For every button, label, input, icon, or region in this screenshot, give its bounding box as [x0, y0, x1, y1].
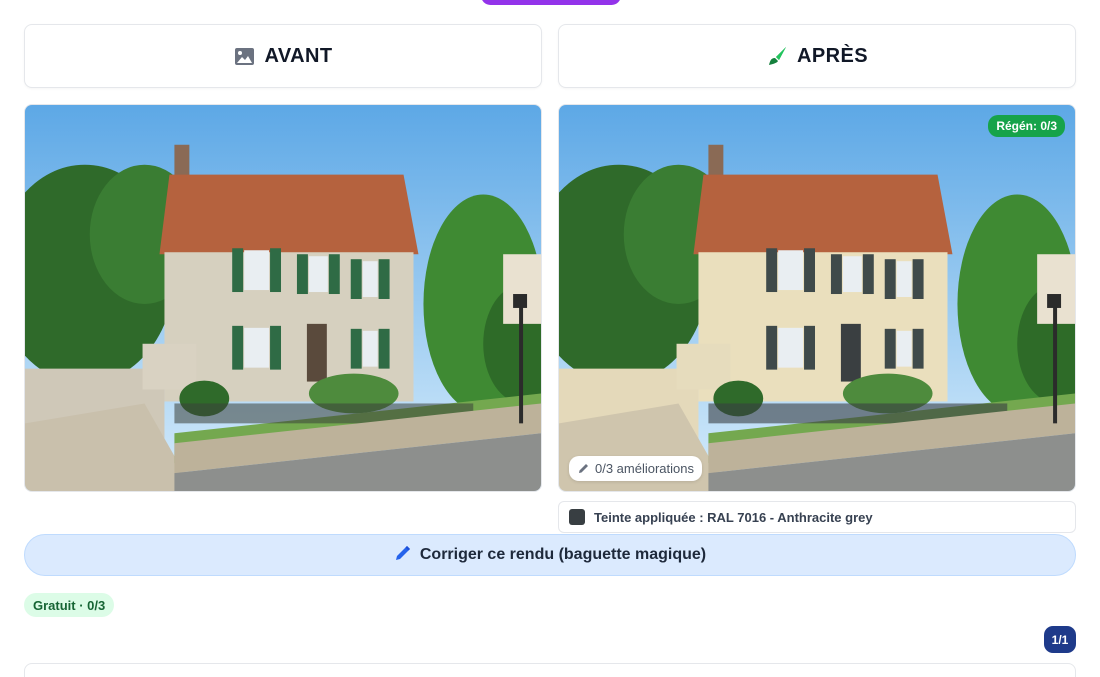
- after-header: APRÈS: [558, 24, 1076, 88]
- fix-render-button[interactable]: Corriger ce rendu (baguette magique): [24, 534, 1076, 576]
- house-photo-before: [25, 105, 541, 491]
- app-root: AVANT APRÈS Régén: 0/3 0/3 améliorations…: [0, 0, 1100, 677]
- after-image: Régén: 0/3 0/3 améliorations: [558, 104, 1076, 492]
- before-header: AVANT: [24, 24, 542, 88]
- improvements-label: 0/3 améliorations: [595, 461, 694, 476]
- fix-button-label: Corriger ce rendu (baguette magique): [419, 546, 707, 563]
- tint-info: Teinte appliquée : RAL 7016 - Anthracite…: [558, 501, 1076, 533]
- pencil-icon: [577, 462, 590, 475]
- image-icon: [234, 45, 256, 67]
- improvements-chip[interactable]: 0/3 améliorations: [569, 456, 702, 481]
- free-quota-badge: Gratuit · 0/3: [24, 593, 115, 617]
- magic-wand-icon: [394, 544, 412, 567]
- brush-icon: [766, 45, 788, 67]
- tint-swatch: [569, 509, 585, 525]
- page-counter[interactable]: 1/1: [1044, 626, 1076, 653]
- before-image: [24, 104, 542, 492]
- top-tab-indicator[interactable]: [481, 0, 621, 5]
- house-photo-after: [559, 105, 1075, 491]
- tint-label: Teinte appliquée : RAL 7016 - Anthracite…: [594, 509, 873, 525]
- regen-badge: Régén: 0/3: [988, 115, 1065, 137]
- bottom-card: [24, 663, 1076, 677]
- before-title: AVANT: [264, 44, 333, 67]
- after-title: APRÈS: [797, 44, 868, 67]
